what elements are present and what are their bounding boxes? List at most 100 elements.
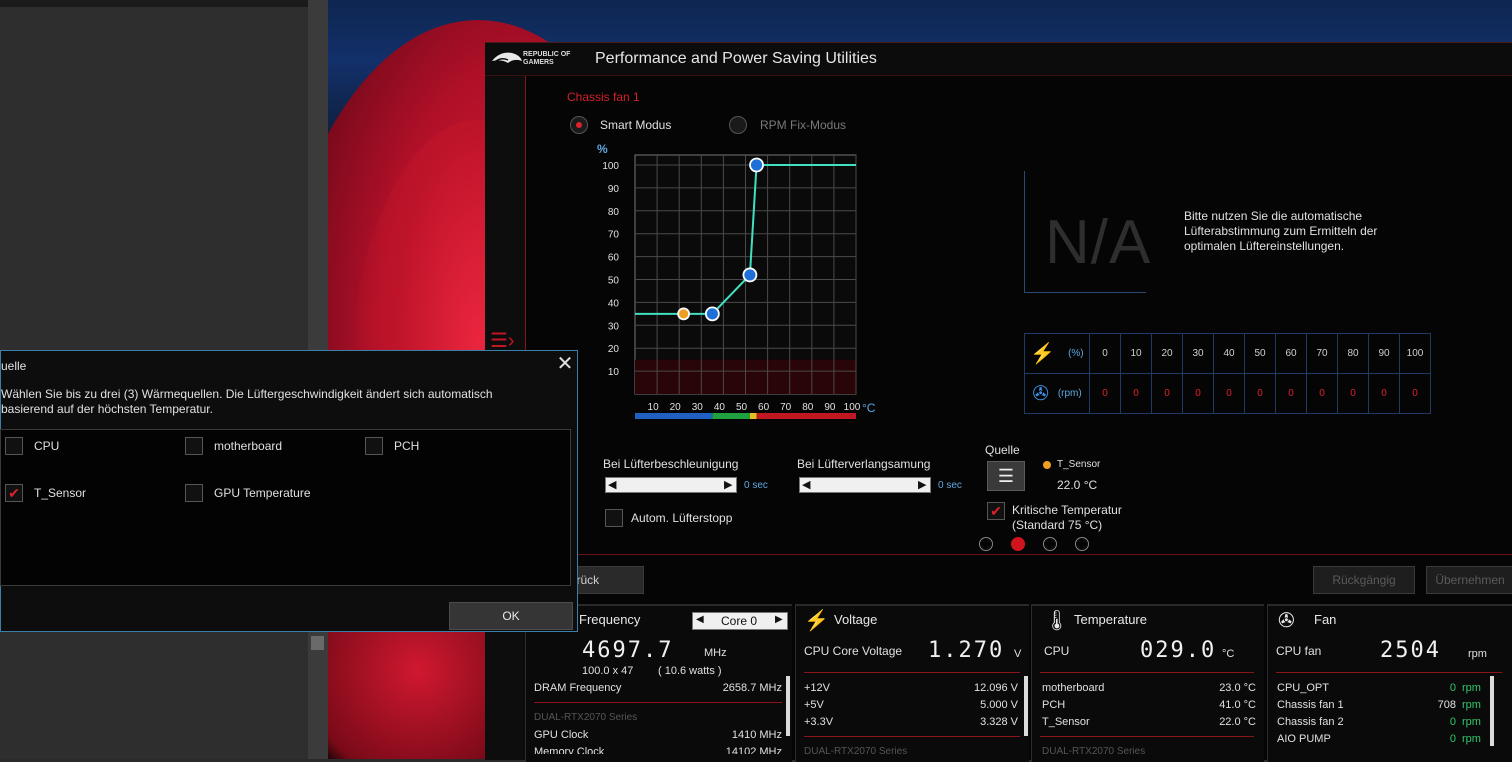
source-label-t-sensor[interactable]: T_Sensor — [34, 486, 86, 500]
fan-row-label: AIO PUMP — [1277, 733, 1331, 745]
percent-cell: 40 — [1213, 333, 1245, 374]
fan-row-value: 0 — [1449, 682, 1456, 694]
fan-row-label: CPU_OPT — [1277, 682, 1329, 694]
na-box-left-border — [1024, 171, 1025, 293]
fan-row-unit: rpm — [1462, 733, 1481, 745]
percent-header: ⚡ (%) — [1024, 333, 1090, 374]
voltage-panel: ⚡ Voltage CPU Core Voltage 1.270 V +12V … — [795, 604, 1029, 762]
auto-stop-label[interactable]: Autom. Lüfterstopp — [631, 511, 732, 525]
cpu-core-voltage-value: 1.270 — [928, 638, 1005, 663]
slider-left-arrow-icon[interactable]: ◀ — [802, 478, 810, 492]
cpu-temp-value: 029.0 — [1140, 638, 1217, 663]
cpu-frequency-unit: MHz — [704, 647, 727, 659]
dialog-description-line: Wählen Sie bis zu drei (3) Wärmequellen.… — [1, 387, 493, 401]
rpm-header: ✇ (rpm) — [1024, 373, 1090, 414]
cpu-temp-unit: °C — [1222, 648, 1235, 660]
x-tick-label: 60 — [758, 402, 770, 413]
rpm-cell: 0 — [1368, 373, 1400, 414]
panel-separator — [534, 702, 782, 703]
source-checkbox-gpu-temperature[interactable] — [185, 484, 203, 502]
panel-separator — [1040, 672, 1254, 673]
panel-scrollbar[interactable] — [1490, 676, 1494, 746]
percent-cell: 80 — [1337, 333, 1369, 374]
voltage-row-value: 3.328 V — [980, 716, 1018, 728]
cpu-core-voltage-unit: V — [1014, 648, 1022, 660]
core-prev-icon[interactable]: ◀ — [696, 614, 704, 625]
undo-button[interactable]: Rückgängig — [1313, 566, 1415, 594]
decel-slider[interactable]: ◀ ▶ — [799, 477, 931, 493]
slider-left-arrow-icon[interactable]: ◀ — [608, 478, 616, 492]
y-tick-label: 90 — [608, 184, 620, 195]
decel-value: 0 sec — [938, 480, 962, 491]
fan-icon: ✇ — [1032, 383, 1050, 405]
heat-source-list: CPU motherboard PCH ✔ T_Sensor GPU Tempe… — [0, 429, 571, 586]
rpm-table: ⚡ (%) 0 10 20 30 40 50 60 70 80 90 100 ✇… — [1024, 333, 1431, 414]
cpu-fan-value: 2504 — [1380, 638, 1441, 663]
source-checkbox-pch[interactable] — [365, 437, 383, 455]
source-checkbox-motherboard[interactable] — [185, 437, 203, 455]
page-dot[interactable] — [1075, 537, 1089, 551]
background-toolbar — [0, 0, 308, 7]
rog-logo-text: REPUBLIC OF GAMERS — [523, 51, 571, 66]
rpm-row: ✇ (rpm) 0 0 0 0 0 0 0 0 0 0 0 — [1024, 373, 1431, 414]
smart-mode-radio[interactable] — [570, 116, 588, 134]
accel-slider[interactable]: ◀ ▶ — [605, 477, 737, 493]
fan-row-value: 0 — [1449, 733, 1456, 745]
fan-row-unit: rpm — [1462, 699, 1481, 711]
na-value: N/A — [1045, 208, 1152, 277]
apply-button[interactable]: Übernehmen — [1426, 566, 1512, 594]
expand-menu-icon[interactable]: ☰› — [490, 331, 522, 351]
action-bar-separator — [525, 554, 1512, 555]
fan-curve-handle[interactable] — [749, 157, 764, 173]
close-icon[interactable]: ✕ — [555, 353, 575, 375]
auto-stop-checkbox[interactable] — [605, 509, 623, 527]
source-checkbox-cpu[interactable] — [5, 437, 23, 455]
panel-scrollbar[interactable] — [786, 676, 790, 736]
temperature-bar-segment — [712, 413, 750, 419]
x-axis-unit: °C — [862, 401, 876, 415]
bolt-icon: ⚡ — [1030, 343, 1056, 365]
rpm-mode-label[interactable]: RPM Fix-Modus — [760, 118, 846, 132]
critical-temp-label[interactable]: Kritische Temperatur — [1012, 503, 1122, 517]
dialog-description-line: basierend auf der höchsten Temperatur. — [1, 402, 213, 416]
fan-curve-handle[interactable] — [704, 306, 720, 322]
source-label-cpu[interactable]: CPU — [34, 439, 59, 453]
mem-clock-value: 14102 MHz — [725, 746, 782, 754]
fan-curve-handle[interactable] — [742, 267, 758, 283]
core-select[interactable]: ◀ Core 0 ▶ — [692, 612, 788, 630]
source-label-pch[interactable]: PCH — [394, 439, 419, 453]
source-checkbox-t-sensor[interactable]: ✔ — [5, 484, 23, 502]
cpu-fan-label: CPU fan — [1276, 644, 1322, 658]
fan-curve-chart[interactable]: 100 90 80 70 60 50 40 30 20 10 10 20 30 40 50 60 70 80 90 1… — [593, 143, 893, 433]
rpm-cell: 0 — [1244, 373, 1276, 414]
rpm-mode-radio[interactable] — [729, 116, 747, 134]
critical-temp-checkbox[interactable]: ✔ — [987, 502, 1005, 520]
source-list-button[interactable]: ☰ — [987, 461, 1025, 491]
gpu-clock-value: 1410 MHz — [731, 729, 782, 741]
main-window: REPUBLIC OF GAMERS Performance and Power… — [485, 42, 1512, 762]
ok-button[interactable]: OK — [449, 602, 573, 630]
fan-curve-svg[interactable]: 100 90 80 70 60 50 40 30 20 10 10 20 30 40 50 60 70 80 90 1… — [593, 143, 893, 433]
fan-curve-marker[interactable] — [677, 307, 691, 321]
source-label-gpu-temperature[interactable]: GPU Temperature — [214, 486, 311, 500]
fan-row-unit: rpm — [1462, 682, 1481, 694]
fan-row-value: 708 — [1437, 699, 1456, 711]
page-dot[interactable] — [979, 537, 993, 551]
voltage-row-value: 5.000 V — [980, 699, 1018, 711]
page-dot[interactable] — [1043, 537, 1057, 551]
percent-cell: 70 — [1306, 333, 1338, 374]
source-label-motherboard[interactable]: motherboard — [214, 439, 282, 453]
temp-row-value: 41.0 °C — [1219, 699, 1256, 711]
page-dot-active[interactable] — [1011, 537, 1025, 551]
background-scroll-thumb[interactable] — [311, 636, 324, 650]
smart-mode-label[interactable]: Smart Modus — [600, 118, 671, 132]
core-next-icon[interactable]: ▶ — [775, 614, 783, 625]
gpu-section-label: DUAL-RTX2070 Series — [534, 712, 638, 723]
slider-right-arrow-icon[interactable]: ▶ — [918, 478, 926, 492]
heat-source-dialog: uelle ✕ Wählen Sie bis zu drei (3) Wärme… — [0, 350, 578, 632]
temp-row-value: 23.0 °C — [1219, 682, 1256, 694]
panel-scrollbar[interactable] — [1024, 676, 1028, 736]
y-tick-label: 20 — [608, 344, 620, 355]
slider-right-arrow-icon[interactable]: ▶ — [724, 478, 732, 492]
accel-value: 0 sec — [744, 480, 768, 491]
